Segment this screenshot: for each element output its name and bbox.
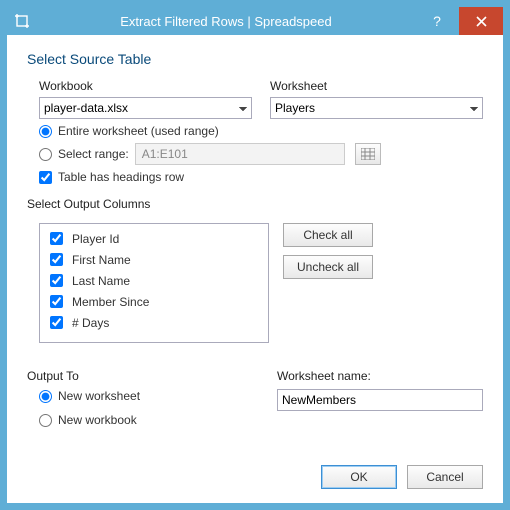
workbook-select[interactable]: player-data.xlsx (39, 97, 252, 119)
column-checkbox[interactable] (50, 232, 63, 245)
close-button[interactable] (459, 7, 503, 35)
range-input[interactable]: A1:E101 (135, 143, 345, 165)
column-item[interactable]: # Days (46, 312, 262, 333)
range-picker-button[interactable] (355, 143, 381, 165)
new-worksheet-radio[interactable] (39, 390, 52, 403)
dialog-body: Select Source Table Workbook player-data… (7, 35, 503, 503)
help-button[interactable]: ? (415, 7, 459, 35)
column-label: Last Name (72, 274, 130, 288)
dialog-window: Extract Filtered Rows | Spreadspeed ? Se… (6, 6, 504, 504)
column-label: Player Id (72, 232, 119, 246)
column-label: Member Since (72, 295, 149, 309)
worksheet-label: Worksheet (270, 79, 483, 93)
headings-label: Table has headings row (58, 170, 184, 184)
column-checkbox[interactable] (50, 274, 63, 287)
window-title: Extract Filtered Rows | Spreadspeed (37, 7, 415, 35)
new-workbook-radio[interactable] (39, 414, 52, 427)
source-heading: Select Source Table (27, 51, 483, 67)
column-checkbox[interactable] (50, 253, 63, 266)
columns-listbox[interactable]: Player Id First Name Last Name Member Since… (39, 223, 269, 343)
cancel-button[interactable]: Cancel (407, 465, 483, 489)
column-item[interactable]: Member Since (46, 291, 262, 312)
ok-button[interactable]: OK (321, 465, 397, 489)
columns-heading: Select Output Columns (27, 197, 483, 211)
column-checkbox[interactable] (50, 316, 63, 329)
headings-checkbox[interactable] (39, 171, 52, 184)
new-worksheet-label: New worksheet (58, 389, 140, 403)
column-item[interactable]: Last Name (46, 270, 262, 291)
column-item[interactable]: Player Id (46, 228, 262, 249)
title-bar: Extract Filtered Rows | Spreadspeed ? (7, 7, 503, 35)
select-range-radio[interactable] (39, 148, 52, 161)
column-item[interactable]: First Name (46, 249, 262, 270)
select-range-label: Select range: (58, 147, 129, 161)
worksheet-name-label: Worksheet name: (277, 369, 483, 383)
worksheet-name-input[interactable] (277, 389, 483, 411)
entire-worksheet-label: Entire worksheet (used range) (58, 124, 219, 138)
grid-icon (361, 148, 375, 160)
check-all-button[interactable]: Check all (283, 223, 373, 247)
uncheck-all-button[interactable]: Uncheck all (283, 255, 373, 279)
app-icon (7, 7, 37, 35)
column-label: First Name (72, 253, 131, 267)
workbook-label: Workbook (39, 79, 252, 93)
column-checkbox[interactable] (50, 295, 63, 308)
worksheet-select[interactable]: Players (270, 97, 483, 119)
column-label: # Days (72, 316, 109, 330)
entire-worksheet-radio[interactable] (39, 125, 52, 138)
new-workbook-label: New workbook (58, 413, 137, 427)
close-icon (476, 16, 487, 27)
output-heading: Output To (27, 369, 247, 383)
